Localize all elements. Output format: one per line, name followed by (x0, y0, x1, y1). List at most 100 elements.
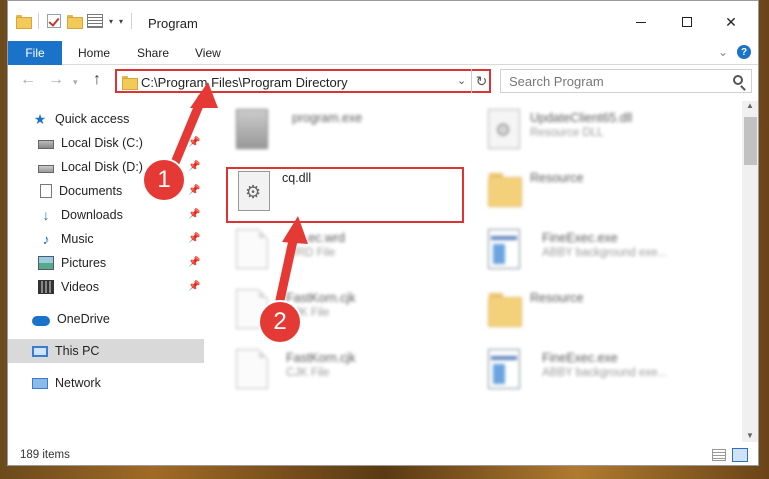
search-icon[interactable] (733, 75, 743, 85)
explorer-window: ▾ ▾ Program ✕ File Home Share View ⌄ ? ←… (7, 0, 759, 466)
chevron-down-icon[interactable]: ⌄ (457, 74, 466, 87)
help-icon[interactable]: ? (737, 45, 751, 59)
pin-icon[interactable]: 📌 (188, 233, 200, 244)
sidebar-item-network[interactable]: Network (8, 371, 204, 395)
file-name: Resource (530, 291, 584, 305)
sidebar-item-onedrive[interactable]: OneDrive (8, 307, 204, 331)
step-badge-2: 2 (258, 300, 302, 344)
navigation-pane: ★ Quick access Local Disk (C:) 📌 Local D… (8, 101, 204, 444)
file-item[interactable]: Resource (480, 163, 720, 219)
address-bar[interactable]: C:\Program Files\Program Directory ⌄ ↻ (115, 69, 491, 93)
sidebar-item-pictures[interactable]: Pictures 📌 (8, 251, 204, 275)
file-type: WRD File (286, 247, 336, 259)
file-item[interactable]: UpdateClient65.dll Resource DLL (480, 103, 720, 159)
toolbar-divider (131, 13, 133, 29)
file-page-icon (236, 229, 268, 269)
close-button[interactable]: ✕ (708, 9, 754, 35)
file-list: program.exe UpdateClient65.dll Resource … (222, 101, 738, 441)
star-icon: ★ (33, 111, 47, 127)
sidebar-item-label: Pictures (61, 256, 107, 270)
sidebar-item-label: Quick access (55, 112, 130, 126)
dll-file-icon (488, 109, 520, 149)
scroll-thumb[interactable] (744, 117, 757, 165)
file-name: UpdateClient65.dll (530, 111, 633, 125)
back-arrow-icon[interactable]: ← (20, 71, 36, 89)
file-item[interactable]: Resource (480, 283, 720, 339)
file-highlight-box (226, 167, 464, 223)
tab-share[interactable]: Share (137, 46, 169, 60)
sidebar-item-local-disk-c[interactable]: Local Disk (C:) 📌 (8, 131, 204, 155)
sidebar-item-label: Music (61, 232, 94, 246)
window-title: Program (148, 16, 198, 31)
file-item[interactable]: FastKorn.cjk CJK File (228, 343, 468, 399)
pin-icon[interactable]: 📌 (188, 209, 200, 220)
folder-icon (488, 293, 522, 327)
file-type: Resource DLL (530, 127, 604, 139)
sidebar-item-videos[interactable]: Videos 📌 (8, 275, 204, 299)
vertical-scrollbar[interactable]: ▲ ▼ (742, 101, 758, 442)
pc-icon (32, 345, 48, 357)
large-icons-view-icon[interactable] (732, 448, 748, 462)
refresh-icon[interactable]: ↻ (471, 69, 491, 93)
address-path[interactable]: C:\Program Files\Program Directory (141, 75, 348, 90)
sidebar-item-this-pc[interactable]: This PC (8, 339, 204, 363)
chevron-down-icon[interactable]: ▾ (109, 17, 113, 26)
sidebar-item-label: Local Disk (C:) (61, 136, 143, 150)
sidebar-item-music[interactable]: ♪ Music 📌 (8, 227, 204, 251)
pin-icon[interactable]: 📌 (188, 137, 200, 148)
documents-icon (40, 184, 52, 198)
drive-icon (38, 140, 54, 149)
file-type: CJK File (286, 367, 330, 379)
file-name: FineExec.exe (542, 351, 618, 365)
network-icon (32, 377, 48, 389)
pin-icon[interactable]: 📌 (188, 257, 200, 268)
tab-view[interactable]: View (195, 46, 221, 60)
pin-icon[interactable]: 📌 (188, 281, 200, 292)
customize-toolbar-icon[interactable]: ▾ (119, 17, 123, 26)
scroll-up-icon[interactable]: ▲ (746, 101, 754, 110)
pin-icon[interactable]: 📌 (188, 161, 200, 172)
sidebar-item-quick-access[interactable]: ★ Quick access (8, 107, 204, 131)
status-bar: 189 items (8, 445, 758, 465)
tab-home[interactable]: Home (78, 46, 110, 60)
search-box[interactable] (500, 69, 752, 93)
folder-icon (16, 15, 32, 29)
maximize-icon (682, 17, 692, 27)
search-input[interactable] (509, 71, 729, 91)
program-file-icon (236, 109, 268, 149)
expand-ribbon-icon[interactable]: ⌄ (718, 45, 728, 59)
properties-check-icon[interactable] (47, 14, 61, 28)
file-name: Resource (530, 171, 584, 185)
maximize-button[interactable] (664, 9, 710, 35)
file-page-icon (236, 349, 268, 389)
folder-icon (122, 76, 138, 90)
new-folder-icon[interactable] (67, 15, 83, 29)
forward-arrow-icon[interactable]: → (48, 71, 64, 89)
file-item[interactable]: FineExec.exe ABBY background exe... (480, 343, 720, 399)
sidebar-item-label: Documents (59, 184, 123, 198)
minimize-button[interactable] (618, 9, 664, 35)
file-item[interactable]: program.exe (228, 103, 468, 159)
file-item[interactable]: Ab..ec.wrd WRD File (228, 223, 468, 279)
sidebar-item-label: OneDrive (57, 312, 110, 326)
scroll-down-icon[interactable]: ▼ (746, 431, 754, 440)
file-name: program.exe (292, 111, 363, 125)
download-icon: ↓ (42, 207, 50, 223)
item-count: 189 items (20, 449, 70, 461)
up-arrow-icon[interactable]: ↑ (93, 71, 101, 89)
sidebar-item-downloads[interactable]: ↓ Downloads 📌 (8, 203, 204, 227)
file-item[interactable]: FineExec.exe ABBY background exe... (480, 223, 720, 279)
quick-access-toolbar: ▾ ▾ (16, 13, 134, 29)
toolbar-divider (38, 13, 39, 29)
view-properties-icon[interactable] (87, 14, 103, 28)
details-view-icon[interactable] (712, 449, 726, 461)
step-badge-1: 1 (142, 158, 186, 202)
music-icon: ♪ (42, 231, 50, 247)
file-name: FineExec.exe (542, 231, 618, 245)
ribbon-tabs: File Home Share View ⌄ ? (8, 41, 758, 65)
pin-icon[interactable]: 📌 (188, 185, 200, 196)
application-icon (488, 229, 520, 269)
tab-file[interactable]: File (8, 41, 62, 65)
cloud-icon (32, 315, 50, 326)
recent-locations-icon[interactable]: ▾ (73, 77, 78, 88)
